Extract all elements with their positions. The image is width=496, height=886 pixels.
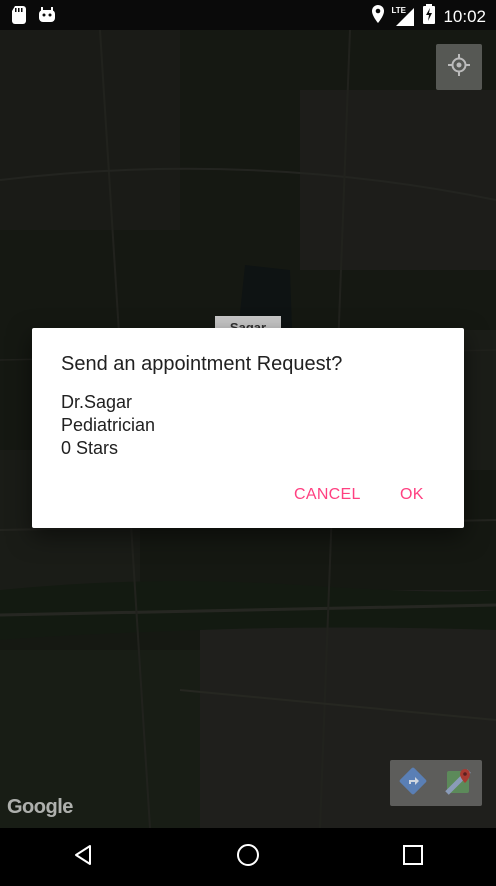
- map-toolbar: [390, 760, 482, 806]
- ok-button[interactable]: OK: [392, 480, 432, 510]
- appointment-dialog: Send an appointment Request? Dr.Sagar Pe…: [32, 328, 464, 528]
- recents-icon: [403, 844, 424, 870]
- battery-charging-icon: [423, 4, 436, 29]
- location-icon: [371, 5, 385, 28]
- doctor-name: Dr.Sagar: [61, 392, 133, 412]
- back-icon: [72, 844, 94, 871]
- doctor-specialty: Pediatrician: [61, 415, 156, 435]
- clock: 10:02: [443, 6, 486, 26]
- status-left-icons: [12, 6, 56, 29]
- android-icon: [38, 7, 56, 28]
- my-location-button[interactable]: [436, 44, 482, 90]
- status-right-icons: LTE 10:02: [371, 4, 486, 29]
- directions-button[interactable]: [390, 760, 436, 806]
- my-location-icon: [447, 53, 471, 82]
- status-bar: LTE 10:02: [0, 0, 496, 30]
- doctor-rating: 0 Stars: [61, 438, 119, 458]
- back-button[interactable]: [53, 828, 113, 886]
- signal-icon: LTE: [391, 6, 415, 27]
- sd-card-icon: [12, 6, 26, 29]
- google-attribution: Google: [7, 796, 73, 818]
- google-maps-icon: [445, 767, 473, 800]
- directions-icon: [399, 767, 427, 800]
- cancel-button[interactable]: CANCEL: [286, 480, 369, 510]
- home-icon: [236, 843, 260, 872]
- home-button[interactable]: [218, 828, 278, 886]
- navigation-bar: [0, 828, 496, 886]
- dialog-message: Dr.Sagar Pediatrician 0 Stars: [61, 391, 155, 460]
- open-in-maps-button[interactable]: [436, 760, 482, 806]
- recents-button[interactable]: [383, 828, 443, 886]
- dialog-title: Send an appointment Request?: [61, 353, 343, 375]
